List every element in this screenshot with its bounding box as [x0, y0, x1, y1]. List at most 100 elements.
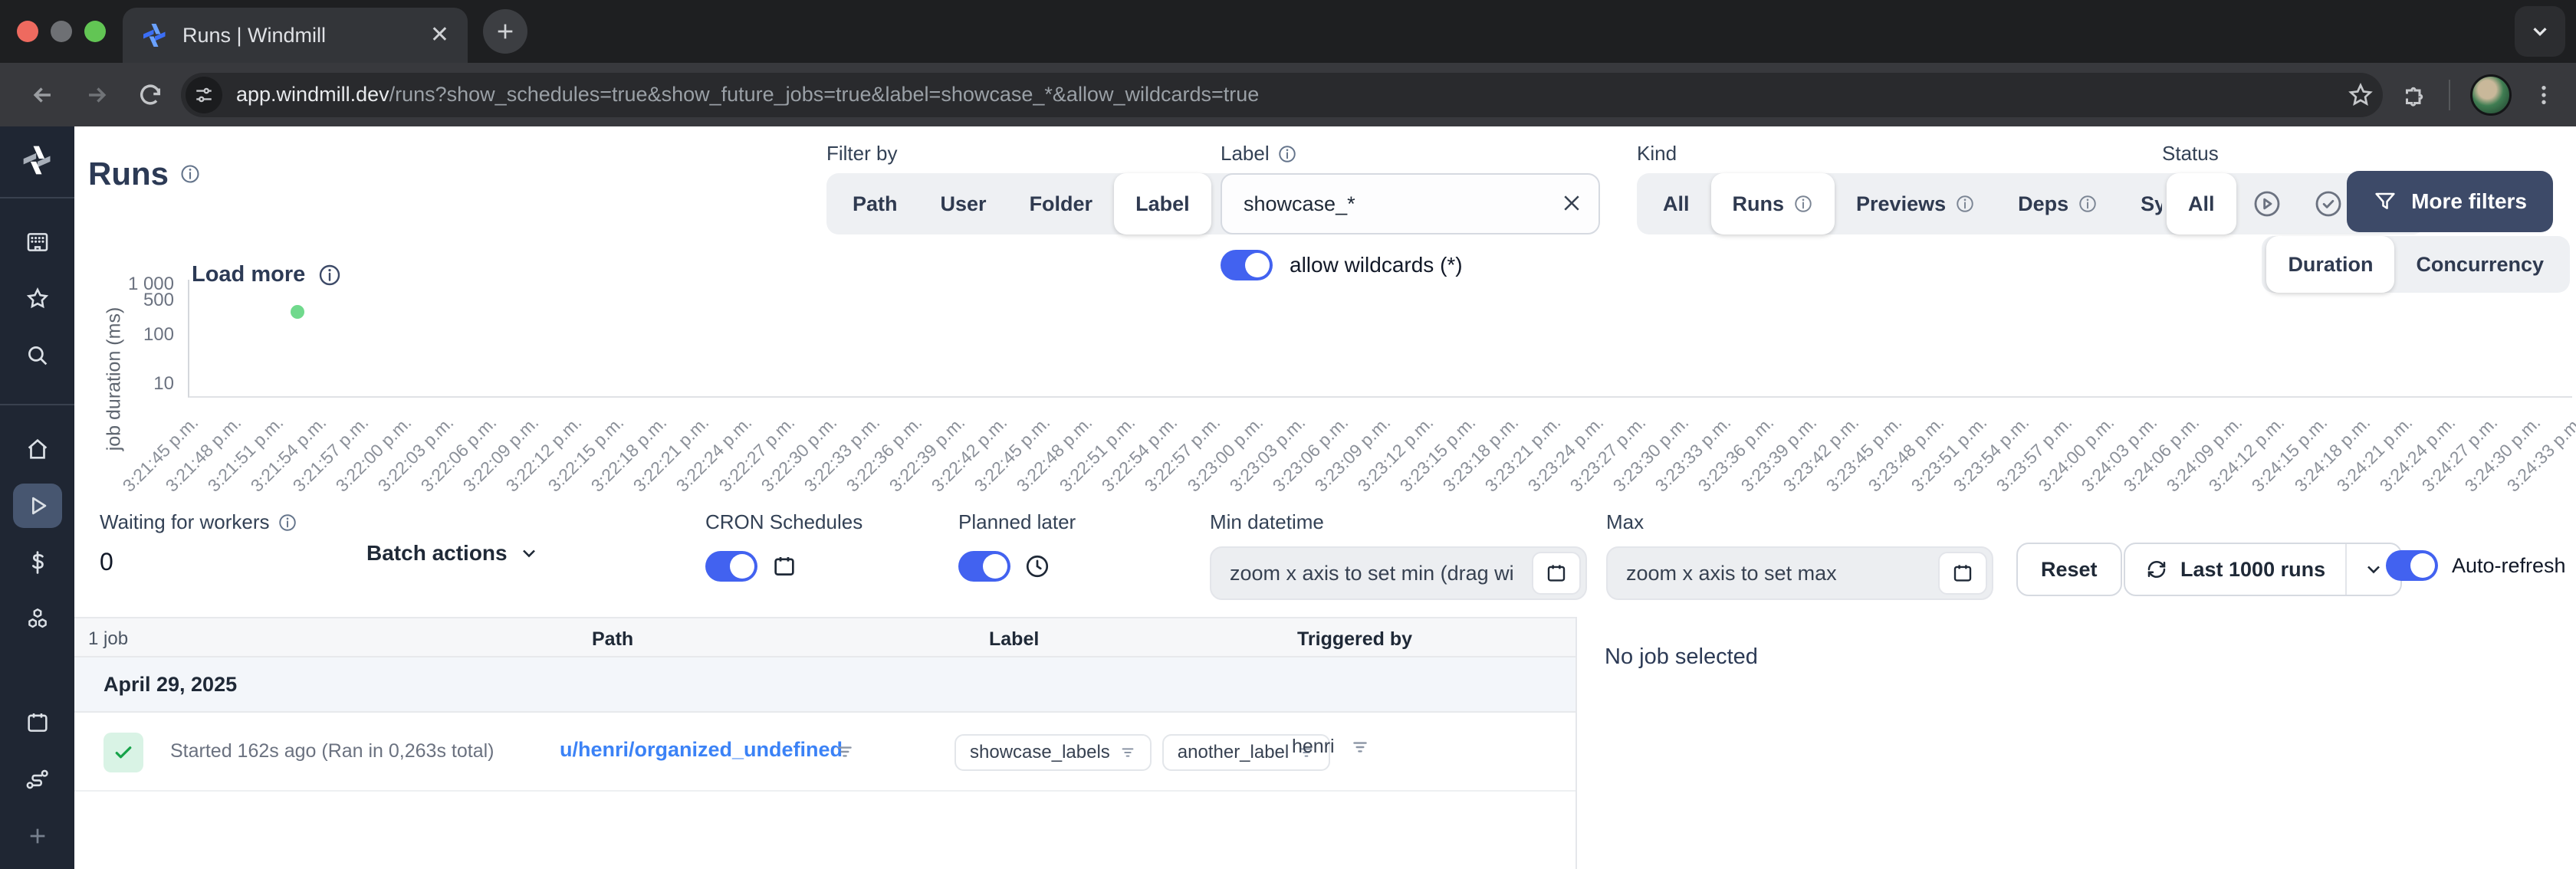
- auto-refresh-label: Auto-refresh: [2452, 553, 2566, 577]
- back-icon[interactable]: [20, 72, 66, 118]
- new-tab-button[interactable]: [483, 9, 527, 54]
- planned-later-toggle[interactable]: [958, 551, 1010, 582]
- address-bar[interactable]: app.windmill.dev/runs?show_schedules=tru…: [181, 72, 2383, 117]
- job-duration-point[interactable]: [291, 305, 304, 319]
- tab-title: Runs | Windmill: [182, 23, 327, 47]
- min-datetime-label: Min datetime: [1210, 510, 1324, 533]
- funnel-icon: [2373, 189, 2397, 214]
- job-count: 1 job: [88, 628, 129, 649]
- kind-runs[interactable]: Runs: [1710, 173, 1835, 234]
- browser-tab[interactable]: Runs | Windmill ✕: [123, 8, 468, 63]
- filter-by-label: Filter by: [826, 142, 898, 165]
- more-filters-button[interactable]: More filters: [2347, 171, 2553, 232]
- y-tick-10: 10: [153, 373, 174, 394]
- table-header: 1 job Path Label Triggered by: [74, 617, 1576, 657]
- label-filter-group: Label allow wildcards (*): [1221, 142, 1600, 280]
- runs-table: 1 job Path Label Triggered by April 29, …: [74, 617, 1576, 869]
- status-all[interactable]: All: [2167, 173, 2236, 234]
- sidebar-add-button[interactable]: [13, 814, 62, 858]
- bookmark-star-icon[interactable]: [2348, 82, 2374, 108]
- triggered-by-user: henri: [1292, 736, 1335, 757]
- chart-plot-area[interactable]: [188, 280, 2572, 398]
- waiting-info-icon[interactable]: [278, 513, 297, 533]
- y-tick-100: 100: [143, 324, 174, 345]
- url-text: app.windmill.dev/runs?show_schedules=tru…: [236, 83, 1260, 106]
- kind-previews[interactable]: Previews: [1835, 173, 1996, 234]
- window-close-button[interactable]: [17, 21, 38, 42]
- window-controls: [17, 21, 106, 42]
- filter-by-label-icon[interactable]: [1119, 744, 1136, 761]
- batch-actions-button[interactable]: Batch actions: [366, 541, 540, 566]
- cron-schedules-toggle[interactable]: [705, 551, 757, 582]
- browser-menu-icon[interactable]: [2532, 83, 2556, 107]
- max-datetime-label: Max: [1606, 510, 1644, 533]
- sidebar-item-search[interactable]: [13, 333, 62, 378]
- max-datetime-calendar-icon[interactable]: [1938, 552, 1987, 595]
- sidebar-item-favorites[interactable]: [13, 277, 62, 321]
- kind-all[interactable]: All: [1641, 173, 1711, 234]
- cron-schedules-control: CRON Schedules: [705, 510, 863, 582]
- filter-by-segmented: Path User Folder Label: [826, 173, 1263, 234]
- site-settings-icon[interactable]: [186, 76, 222, 113]
- sidebar-item-home[interactable]: [13, 427, 62, 471]
- label-info-icon[interactable]: [1277, 144, 1297, 164]
- windmill-logo-icon[interactable]: [21, 143, 54, 177]
- run-row[interactable]: Started 162s ago (Ran in 0,263s total) u…: [74, 713, 1576, 792]
- page-title: Runs: [88, 156, 201, 192]
- window-minimize-button[interactable]: [51, 21, 72, 42]
- refresh-icon: [2145, 558, 2168, 581]
- reload-icon[interactable]: [127, 72, 173, 118]
- column-triggered-by: Triggered by: [1297, 628, 1413, 650]
- filter-by-path[interactable]: Path: [831, 173, 919, 234]
- max-datetime-input[interactable]: [1606, 546, 1993, 600]
- kind-deps[interactable]: Deps: [1996, 173, 2119, 234]
- window-zoom-button[interactable]: [84, 21, 106, 42]
- min-datetime-input[interactable]: [1210, 546, 1587, 600]
- profile-avatar[interactable]: [2470, 74, 2512, 116]
- chevron-down-icon: [518, 543, 540, 564]
- kind-previews-info-icon: [1955, 194, 1975, 214]
- sidebar-item-resources[interactable]: [13, 597, 62, 641]
- reset-button[interactable]: Reset: [2016, 543, 2122, 596]
- forward-icon[interactable]: [74, 72, 120, 118]
- max-datetime-control: Max: [1606, 510, 1993, 600]
- tab-close-icon[interactable]: ✕: [430, 24, 449, 47]
- extensions-icon[interactable]: [2401, 81, 2429, 109]
- browser-toolbar: app.windmill.dev/runs?show_schedules=tru…: [0, 63, 2576, 126]
- kind-segmented: All Runs Previews Deps Sync: [1637, 173, 2246, 234]
- tab-search-button[interactable]: [2515, 6, 2565, 57]
- last-1000-runs-button[interactable]: Last 1000 runs: [2125, 544, 2345, 595]
- label-filter-input[interactable]: [1221, 173, 1600, 234]
- status-running-icon[interactable]: [2236, 189, 2298, 219]
- filter-by-user[interactable]: User: [919, 173, 1008, 234]
- kind-runs-info-icon: [1793, 194, 1813, 214]
- waiting-count: 0: [100, 548, 113, 576]
- planned-later-control: Planned later: [958, 510, 1076, 582]
- sidebar-item-schedules[interactable]: [13, 700, 62, 745]
- sidebar-item-flows[interactable]: [13, 757, 62, 802]
- status-label: Status: [2162, 142, 2219, 165]
- x-axis-tick-labels: 3:21:45 p.m. 3:21:48 p.m. 3:21:51 p.m. 3:21…: [119, 405, 2576, 504]
- runs-chart: Load more job duration (ms) 1 000 500 10…: [74, 261, 2576, 506]
- y-tick-500: 500: [143, 290, 174, 310]
- label-badge: showcase_labels: [955, 734, 1152, 771]
- clock-icon: [1024, 553, 1050, 579]
- filter-by-folder[interactable]: Folder: [1008, 173, 1115, 234]
- min-datetime-calendar-icon[interactable]: [1532, 552, 1581, 595]
- filter-by-label-option[interactable]: Label: [1114, 173, 1211, 234]
- no-job-selected-text: No job selected: [1605, 644, 1758, 669]
- sidebar-item-runs[interactable]: [12, 484, 62, 528]
- auto-refresh-toggle[interactable]: [2386, 550, 2438, 581]
- sidebar-item-workspace[interactable]: [13, 220, 62, 264]
- sidebar-item-variables[interactable]: [13, 540, 62, 585]
- runs-count-select: Last 1000 runs: [2124, 543, 2403, 596]
- filter-by-path-icon[interactable]: [835, 742, 855, 762]
- date-group-header: April 29, 2025: [74, 657, 1576, 713]
- clear-label-icon[interactable]: [1560, 192, 1583, 215]
- calendar-icon: [771, 553, 797, 579]
- run-path-link[interactable]: u/henri/organized_undefined: [560, 738, 843, 762]
- filter-by-user-icon[interactable]: [1350, 737, 1370, 757]
- planned-later-label: Planned later: [958, 510, 1076, 533]
- sidebar-divider: [0, 197, 74, 198]
- runs-info-icon[interactable]: [179, 163, 201, 185]
